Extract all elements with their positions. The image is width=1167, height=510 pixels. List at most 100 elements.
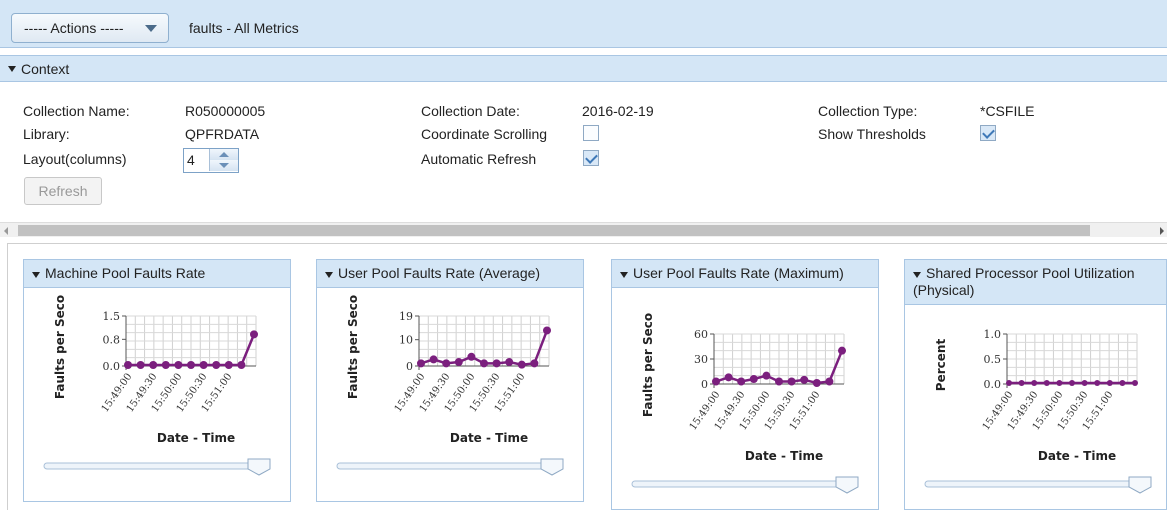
actions-label: ----- Actions -----: [24, 20, 124, 36]
chart-svg: 6030015:49:0015:49:3015:50:0015:50:3015:…: [631, 313, 859, 494]
data-point: [212, 361, 221, 369]
data-point: [838, 346, 846, 355]
chart-panel-header[interactable]: Machine Pool Faults Rate: [24, 260, 290, 288]
chart-panel-shared-processor: Shared Processor Pool Utilization (Physi…: [904, 259, 1167, 510]
data-point: [749, 375, 758, 383]
plot-area: 1.00.50.015:49:0015:49:3015:50:0015:50:3…: [934, 328, 1138, 463]
collection-name-label: Collection Name:: [23, 103, 130, 119]
time-range-slider[interactable]: [924, 480, 1146, 488]
data-point: [505, 358, 514, 367]
data-point: [149, 361, 158, 369]
chart-panel-header[interactable]: User Pool Faults Rate (Average): [317, 260, 583, 288]
data-point: [224, 361, 233, 369]
collapse-triangle-icon: [8, 65, 16, 72]
data-point: [124, 361, 132, 369]
y-tick-label: 1.0: [984, 328, 1002, 341]
chart-panel-header[interactable]: User Pool Faults Rate (Maximum): [612, 260, 878, 288]
data-point: [762, 371, 771, 380]
scroll-right-icon[interactable]: [1160, 227, 1164, 235]
data-point: [480, 359, 488, 368]
scroll-left-icon[interactable]: [4, 227, 8, 235]
data-point: [775, 377, 783, 386]
y-axis-label: Faults per Seco: [346, 295, 360, 399]
y-tick-label: 19: [399, 310, 413, 323]
chart-svg: 1.00.50.015:49:0015:49:3015:50:0015:50:3…: [924, 328, 1152, 494]
data-point: [1094, 380, 1101, 386]
horizontal-scrollbar[interactable]: [0, 222, 1167, 237]
data-point: [467, 352, 476, 361]
refresh-button[interactable]: Refresh: [24, 177, 102, 205]
data-point: [543, 326, 551, 335]
y-tick-label: 30: [694, 353, 708, 366]
slider-handle[interactable]: [540, 458, 564, 476]
slider-handle[interactable]: [247, 458, 271, 476]
collection-type-value: *CSFILE: [980, 103, 1035, 119]
data-point: [187, 361, 195, 369]
time-range-slider[interactable]: [43, 462, 265, 470]
data-point: [737, 377, 746, 386]
collection-name-value: R050000005: [185, 103, 266, 119]
time-range-slider[interactable]: [336, 462, 558, 470]
spinner-down-icon[interactable]: [209, 160, 238, 171]
chart-svg: 1910015:49:0015:49:3015:50:0015:50:3015:…: [336, 295, 564, 476]
data-point: [1119, 380, 1126, 386]
actions-dropdown[interactable]: ----- Actions -----: [11, 13, 169, 43]
y-tick-label: 1.5: [103, 310, 121, 323]
x-axis-label: Date - Time: [745, 449, 823, 463]
data-point: [517, 360, 526, 369]
chart-title: Machine Pool Faults Rate: [45, 265, 206, 281]
slider-handle[interactable]: [1128, 476, 1152, 494]
automatic-refresh-checkbox[interactable]: [583, 150, 599, 166]
collapse-triangle-icon: [620, 272, 628, 278]
y-tick-label: 0.5: [984, 353, 1002, 366]
x-axis-label: Date - Time: [157, 431, 235, 445]
y-tick-label: 0: [406, 360, 413, 373]
chart-panel-user-pool-max: User Pool Faults Rate (Maximum) 60 30 0 15:…: [611, 259, 879, 510]
data-point: [712, 377, 720, 386]
data-point: [1018, 380, 1025, 386]
time-range-slider[interactable]: [631, 480, 853, 488]
plot-area: 1910015:49:0015:49:3015:50:0015:50:3015:…: [346, 295, 551, 445]
collection-type-label: Collection Type:: [818, 103, 918, 119]
data-point: [237, 361, 246, 369]
y-tick-label: 10: [399, 334, 413, 347]
data-point: [724, 373, 733, 382]
data-point: [1069, 380, 1075, 386]
chart-panel-user-pool-avg: User Pool Faults Rate (Average) 19 10 0 15:…: [316, 259, 584, 502]
scrollbar-thumb[interactable]: [18, 225, 1090, 236]
x-axis-label: Date - Time: [1038, 449, 1116, 463]
show-thresholds-label: Show Thresholds: [818, 126, 926, 142]
slider-handle[interactable]: [835, 476, 859, 494]
data-point: [417, 359, 425, 368]
coordinate-scrolling-checkbox[interactable]: [583, 125, 599, 141]
data-point: [1132, 380, 1138, 386]
collapse-triangle-icon: [32, 272, 40, 278]
data-point: [1043, 380, 1050, 386]
chart-svg: 1.50.80.015:49:0015:49:3015:50:0015:50:3…: [43, 295, 271, 476]
data-point: [136, 361, 145, 369]
plot-area: 1.50.80.015:49:0015:49:3015:50:0015:50:3…: [53, 295, 258, 445]
spinner-up-icon[interactable]: [209, 149, 238, 160]
y-axis-label: Percent: [934, 339, 948, 392]
show-thresholds-checkbox[interactable]: [980, 125, 996, 141]
data-point: [161, 361, 170, 369]
y-tick-label: 0.8: [103, 333, 121, 346]
chart-title: User Pool Faults Rate (Average): [338, 265, 541, 281]
collapse-triangle-icon: [913, 272, 921, 278]
data-point: [800, 375, 809, 384]
data-point: [1106, 380, 1113, 386]
y-tick-label: 0.0: [103, 360, 121, 373]
y-tick-label: 0: [701, 378, 708, 391]
context-header-label: Context: [21, 60, 70, 77]
context-section-header[interactable]: Context: [0, 55, 1167, 82]
data-point: [492, 359, 501, 368]
library-label: Library:: [23, 126, 70, 142]
chart-title: User Pool Faults Rate (Maximum): [633, 265, 844, 281]
library-value: QPFRDATA: [185, 126, 260, 142]
coordinate-scrolling-label: Coordinate Scrolling: [421, 126, 548, 142]
plot-area: 6030015:49:0015:49:3015:50:0015:50:3015:…: [641, 313, 846, 463]
layout-spinner[interactable]: [209, 149, 238, 172]
chart-panel-header[interactable]: Shared Processor Pool Utilization (Physi…: [905, 260, 1166, 305]
y-tick-label: 0.0: [984, 378, 1002, 391]
collection-date-label: Collection Date:: [421, 103, 520, 119]
